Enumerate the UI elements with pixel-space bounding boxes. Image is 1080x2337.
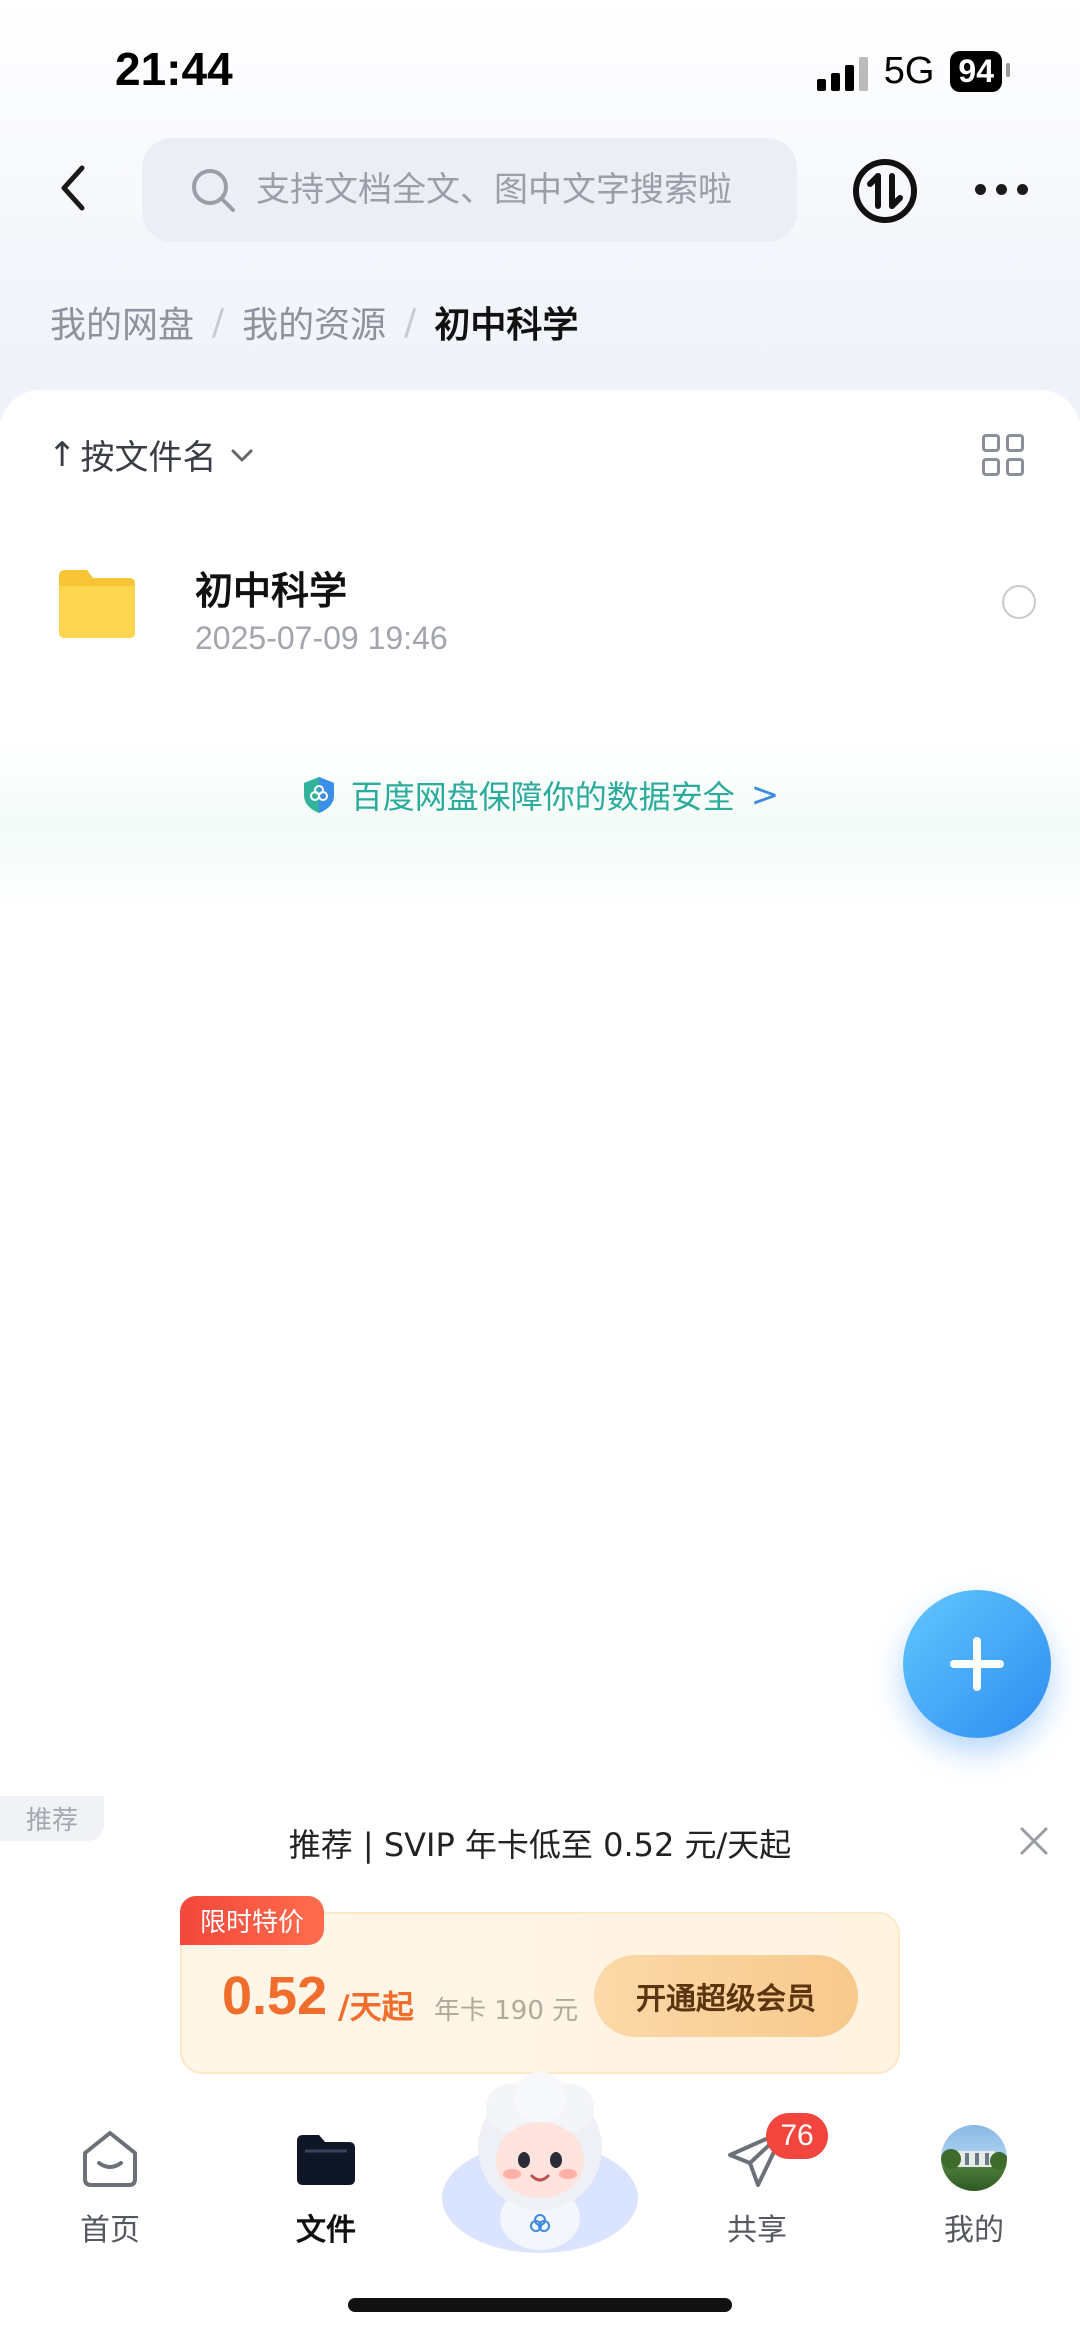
- limited-offer-badge: 限时特价: [180, 1896, 325, 1945]
- folder-icon: [297, 2135, 355, 2185]
- grid-cell: [1006, 434, 1024, 452]
- security-banner[interactable]: 百度网盘保障你的数据安全 >: [0, 772, 1080, 818]
- dot: [1017, 184, 1028, 195]
- breadcrumb-separator: /: [404, 301, 417, 343]
- close-promo-button[interactable]: [1018, 1825, 1050, 1857]
- status-time: 21:44: [115, 43, 233, 95]
- chevron-down-icon: [231, 449, 252, 461]
- promo-price-unit: /天起: [338, 1988, 414, 2026]
- promo-title: 推荐 | SVIP 年卡低至 0.52 元/天起: [288, 1826, 792, 1864]
- sort-direction-icon: ↑: [48, 434, 77, 475]
- signal-icon: [816, 53, 868, 91]
- nav-label: 共享: [727, 2213, 787, 2248]
- folder-icon: [59, 570, 135, 638]
- nav-home[interactable]: 首页: [50, 2125, 170, 2249]
- share-badge: 76: [766, 2113, 828, 2159]
- breadcrumb-current: 初中科学: [434, 305, 579, 346]
- open-svip-button[interactable]: 开通超级会员: [594, 1955, 858, 2037]
- file-row[interactable]: 初中科学 2025-07-09 19:46: [0, 540, 1080, 680]
- transfer-icon: [853, 159, 917, 223]
- select-checkbox[interactable]: [1002, 585, 1036, 619]
- breadcrumb-item[interactable]: 我的网盘: [50, 296, 194, 348]
- security-text: 百度网盘保障你的数据安全: [350, 778, 735, 816]
- transfer-list-button[interactable]: [852, 158, 918, 224]
- network-type: 5G: [883, 50, 935, 92]
- breadcrumb-item[interactable]: 我的资源: [242, 296, 386, 348]
- file-name: 初中科学: [195, 569, 348, 613]
- home-indicator: [348, 2298, 732, 2312]
- grid-cell: [982, 434, 1000, 452]
- grid-cell: [982, 458, 1000, 476]
- avatar-image: [941, 2149, 1007, 2170]
- grid-view-icon[interactable]: [982, 434, 1024, 476]
- more-options-button[interactable]: [975, 184, 1028, 195]
- security-banner-background: [0, 740, 1080, 915]
- nav-files[interactable]: 文件: [266, 2125, 386, 2249]
- search-input[interactable]: [256, 170, 776, 210]
- mascot-icon: [442, 2072, 638, 2253]
- ai-assistant-button[interactable]: [440, 2068, 640, 2253]
- nav-profile[interactable]: 我的: [914, 2125, 1034, 2249]
- promo-price: 0.52: [222, 1966, 328, 2026]
- add-button[interactable]: [903, 1590, 1051, 1738]
- close-icon: [1020, 1827, 1048, 1855]
- avatar: [941, 2125, 1007, 2191]
- chevron-right-icon: >: [750, 775, 780, 815]
- promo-sub-price: 年卡 190 元: [434, 1996, 579, 2026]
- plus-icon: [950, 1637, 1004, 1691]
- status-indicators: 5G 94: [816, 50, 1010, 93]
- sort-button[interactable]: ↑ 按文件名: [48, 430, 257, 479]
- dot: [996, 184, 1007, 195]
- file-date: 2025-07-09 19:46: [195, 620, 448, 656]
- battery-level: 94: [950, 51, 1010, 92]
- nav-label: 我的: [944, 2213, 1004, 2248]
- shield-icon: [303, 777, 334, 813]
- chevron-left-icon: [61, 165, 85, 211]
- dot: [975, 184, 986, 195]
- search-icon: [192, 169, 235, 212]
- search-bar[interactable]: [142, 138, 797, 242]
- sort-label: 按文件名: [80, 438, 217, 478]
- nav-label: 首页: [80, 2213, 140, 2248]
- home-icon: [83, 2131, 137, 2187]
- breadcrumb-separator: /: [212, 301, 225, 343]
- back-button[interactable]: [50, 158, 100, 218]
- grid-cell: [1006, 458, 1024, 476]
- nav-label: 文件: [296, 2213, 356, 2248]
- breadcrumb: 我的网盘 / 我的资源 / 初中科学: [50, 296, 578, 348]
- nav-share[interactable]: 76 共享: [697, 2113, 828, 2249]
